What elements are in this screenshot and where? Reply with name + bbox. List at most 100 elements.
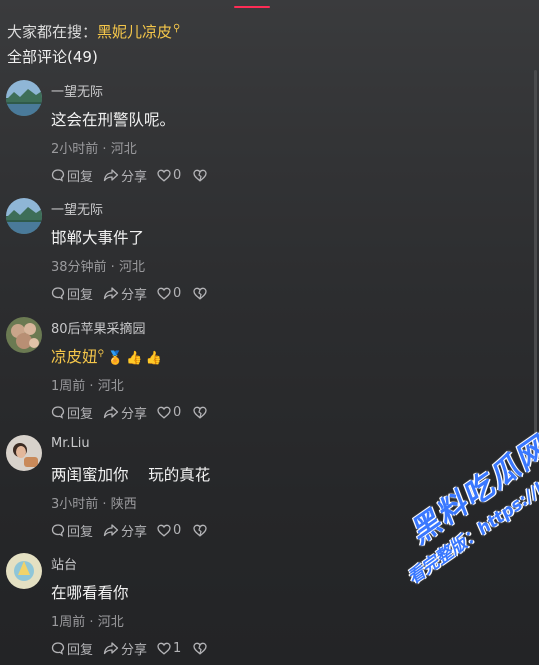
- reply-label: 回复: [67, 287, 94, 303]
- comment-text: 两闺蜜加你 玩的真花: [51, 466, 211, 484]
- dislike-button[interactable]: [193, 524, 209, 537]
- like-button[interactable]: 0: [157, 523, 181, 538]
- reply-label: 回复: [67, 524, 94, 540]
- dislike-button[interactable]: [193, 642, 209, 655]
- search-suggestion[interactable]: 大家都在搜：黑妮儿凉皮⚲: [7, 19, 181, 41]
- meta-separator: ·: [85, 615, 98, 630]
- medal-emoji-icon: 🏅: [107, 351, 124, 366]
- comment-time: 1周前: [51, 379, 86, 394]
- comment-meta: 2小时前 · 河北: [51, 138, 137, 157]
- broken-heart-icon: [193, 287, 207, 300]
- reply-icon: [51, 287, 65, 300]
- comment-time: 3小时前: [51, 497, 99, 512]
- avatar[interactable]: [6, 80, 42, 116]
- comment-actions: 回复 分享 1: [51, 639, 209, 658]
- comment-text: 在哪看看你: [51, 584, 129, 602]
- reply-button[interactable]: 回复: [51, 521, 93, 540]
- reply-icon: [51, 169, 65, 182]
- comment-highlight-link[interactable]: 凉皮妞: [51, 348, 98, 366]
- heart-icon: [157, 169, 171, 182]
- search-icon: ⚲: [173, 23, 181, 34]
- comment-username[interactable]: 80后苹果采摘园: [51, 318, 146, 337]
- share-icon: [103, 169, 119, 182]
- thumbs-up-emoji-icon: 👍: [145, 351, 162, 366]
- share-label: 分享: [121, 169, 148, 185]
- reply-button[interactable]: 回复: [51, 403, 93, 422]
- top-indicator: [234, 6, 270, 8]
- comment-count: 全部评论(49): [7, 48, 98, 66]
- reply-button[interactable]: 回复: [51, 166, 93, 185]
- comment-text: 凉皮妞⚲ 🏅 👍 👍: [51, 345, 162, 367]
- reply-icon: [51, 524, 65, 537]
- share-button[interactable]: 分享: [103, 403, 147, 422]
- avatar[interactable]: [6, 198, 42, 234]
- comment-actions: 回复 分享 0: [51, 166, 209, 185]
- heart-icon: [157, 642, 171, 655]
- thumbs-up-emoji-icon: 👍: [126, 351, 143, 366]
- comment-location: 陕西: [110, 497, 137, 512]
- comment-time: 1周前: [51, 615, 86, 630]
- reply-button[interactable]: 回复: [51, 639, 93, 658]
- comment-meta: 38分钟前 · 河北: [51, 256, 145, 275]
- share-label: 分享: [121, 642, 148, 658]
- comment-item: Mr.Liu 两闺蜜加你 玩的真花 3小时前 · 陕西 回复 分享 0: [0, 435, 539, 553]
- comment-username[interactable]: 一望无际: [51, 199, 103, 218]
- broken-heart-icon: [193, 524, 207, 537]
- meta-separator: ·: [106, 260, 119, 275]
- comment-item: 站台 在哪看看你 1周前 · 河北 回复 分享 1: [0, 553, 539, 665]
- comment-meta: 3小时前 · 陕西: [51, 493, 137, 512]
- broken-heart-icon: [193, 642, 207, 655]
- like-button[interactable]: 1: [157, 641, 181, 656]
- reply-label: 回复: [67, 642, 94, 658]
- reply-label: 回复: [67, 406, 94, 422]
- like-button[interactable]: 0: [157, 405, 181, 420]
- comment-actions: 回复 分享 0: [51, 284, 209, 303]
- dislike-button[interactable]: [193, 169, 209, 182]
- comment-location: 河北: [97, 379, 124, 394]
- meta-separator: ·: [98, 497, 111, 512]
- avatar[interactable]: [6, 553, 42, 589]
- share-button[interactable]: 分享: [103, 639, 147, 658]
- avatar[interactable]: [6, 317, 42, 353]
- comment-item: 一望无际 这会在刑警队呢。 2小时前 · 河北 回复 分享 0: [0, 80, 539, 198]
- share-label: 分享: [121, 287, 148, 303]
- share-icon: [103, 642, 119, 655]
- share-button[interactable]: 分享: [103, 166, 147, 185]
- comment-text: 这会在刑警队呢。: [51, 111, 176, 129]
- like-button[interactable]: 0: [157, 286, 181, 301]
- reply-label: 回复: [67, 169, 94, 185]
- comment-time: 38分钟前: [51, 260, 107, 275]
- dislike-button[interactable]: [193, 406, 209, 419]
- like-count: 0: [173, 285, 182, 301]
- share-icon: [103, 524, 119, 537]
- search-suggestion-keyword[interactable]: 黑妮儿凉皮: [97, 23, 172, 41]
- comment-username[interactable]: Mr.Liu: [51, 436, 90, 451]
- like-count: 0: [173, 404, 182, 420]
- comment-meta: 1周前 · 河北: [51, 375, 124, 394]
- comment-location: 河北: [97, 615, 124, 630]
- like-count: 1: [173, 640, 182, 656]
- comment-text: 邯郸大事件了: [51, 229, 145, 247]
- comment-username[interactable]: 一望无际: [51, 81, 103, 100]
- heart-icon: [157, 406, 171, 419]
- comment-location: 河北: [118, 260, 145, 275]
- share-icon: [103, 287, 119, 300]
- reply-icon: [51, 406, 65, 419]
- search-suggestion-prefix: 大家都在搜：: [7, 23, 98, 41]
- avatar[interactable]: [6, 435, 42, 471]
- share-button[interactable]: 分享: [103, 521, 147, 540]
- like-button[interactable]: 0: [157, 168, 181, 183]
- reply-button[interactable]: 回复: [51, 284, 93, 303]
- comment-location: 河北: [110, 142, 137, 157]
- dislike-button[interactable]: [193, 287, 209, 300]
- heart-icon: [157, 287, 171, 300]
- reply-icon: [51, 642, 65, 655]
- comment-actions: 回复 分享 0: [51, 521, 209, 540]
- comment-username[interactable]: 站台: [51, 554, 77, 573]
- comment-actions: 回复 分享 0: [51, 403, 209, 422]
- broken-heart-icon: [193, 406, 207, 419]
- comment-item: 一望无际 邯郸大事件了 38分钟前 · 河北 回复 分享 0: [0, 198, 539, 316]
- comment-time: 2小时前: [51, 142, 99, 157]
- share-button[interactable]: 分享: [103, 284, 147, 303]
- scrollbar[interactable]: [534, 70, 537, 450]
